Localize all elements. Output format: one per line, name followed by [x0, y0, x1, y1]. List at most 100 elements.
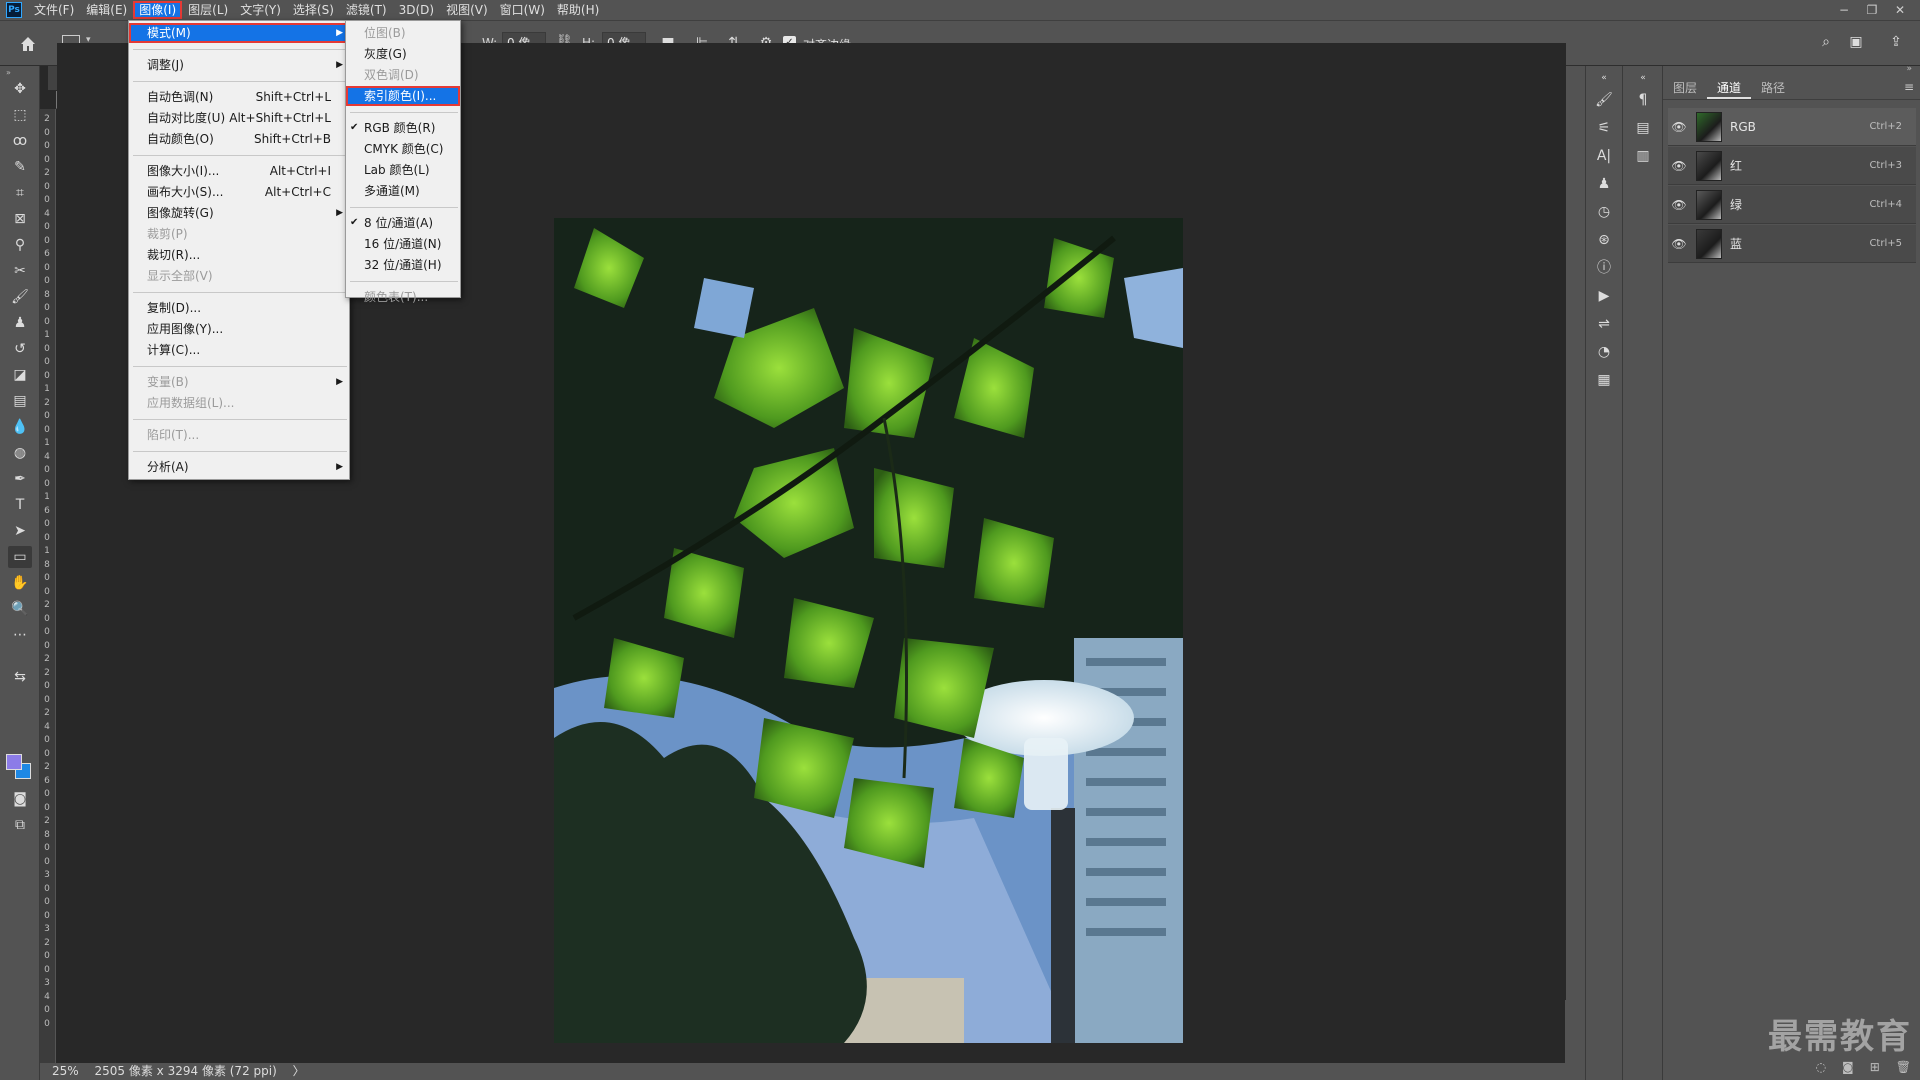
panel-tab-0[interactable]: 图层 — [1663, 76, 1707, 99]
clone-stamp-tool-icon[interactable]: ♟ — [8, 312, 32, 334]
brush-settings-icon[interactable]: 🖌 — [1594, 90, 1614, 110]
search-icon[interactable]: ⌕ — [1816, 34, 1836, 54]
menu-4[interactable]: 文字(Y) — [234, 1, 287, 19]
channel-row[interactable]: 👁 红 Ctrl+3 — [1668, 147, 1916, 185]
minimize-button[interactable]: − — [1830, 0, 1858, 20]
history-icon[interactable]: ◷ — [1594, 202, 1614, 222]
eraser-tool-icon[interactable]: ◪ — [8, 364, 32, 386]
mode-menu-item-3[interactable]: 索引颜色(I)... — [346, 86, 460, 106]
quick-selection-tool-icon[interactable]: ✎ — [8, 156, 32, 178]
home-icon[interactable] — [18, 34, 38, 54]
pen-tool-icon[interactable]: ✒ — [8, 468, 32, 490]
collapse-panels-2-icon[interactable]: « — [1633, 68, 1653, 88]
save-selection-icon[interactable]: ◙ — [1842, 1060, 1854, 1074]
mode-menu-item-10[interactable]: 32 位/通道(H) — [346, 255, 460, 275]
mode-menu-item-7[interactable]: 多通道(M) — [346, 181, 460, 201]
3d-icon[interactable]: ◔ — [1594, 342, 1614, 362]
panel-tab-2[interactable]: 路径 — [1751, 76, 1795, 99]
mode-menu-item-1[interactable]: 灰度(G) — [346, 44, 460, 64]
notes-icon[interactable]: ▥ — [1633, 146, 1653, 166]
actions-icon[interactable]: ▶ — [1594, 286, 1614, 306]
status-arrow-icon[interactable]: 〉 — [293, 1064, 305, 1078]
table-icon[interactable]: ▦ — [1594, 370, 1614, 390]
character-icon[interactable]: A| — [1594, 146, 1614, 166]
foreground-color-swatch[interactable] — [6, 754, 22, 770]
crop-tool-icon[interactable]: ⌗ — [8, 182, 32, 204]
adjustments-icon[interactable]: ⚟ — [1594, 118, 1614, 138]
eye-icon[interactable]: 👁 — [1668, 120, 1690, 134]
mode-menu-item-5[interactable]: CMYK 颜色(C) — [346, 139, 460, 159]
clone-source-icon[interactable]: ♟ — [1594, 174, 1614, 194]
channel-row[interactable]: 👁 RGB Ctrl+2 — [1668, 108, 1916, 146]
zoom-tool-icon[interactable]: 🔍 — [8, 598, 32, 620]
image-menu-item-12[interactable]: 应用图像(Y)... — [129, 319, 349, 339]
more-tools-icon[interactable]: ⋯ — [8, 624, 32, 646]
path-selection-tool-icon[interactable]: ➤ — [8, 520, 32, 542]
menu-9[interactable]: 窗口(W) — [494, 1, 551, 19]
info-icon[interactable]: ⓘ — [1594, 258, 1614, 278]
image-menu-item-5[interactable]: 图像大小(I)... Alt+Ctrl+I — [129, 161, 349, 181]
menu-0[interactable]: 文件(F) — [28, 1, 80, 19]
menu-1[interactable]: 编辑(E) — [80, 1, 133, 19]
image-menu-item-17[interactable]: 分析(A) ▶ — [129, 457, 349, 477]
image-menu-item-6[interactable]: 画布大小(S)... Alt+Ctrl+C — [129, 182, 349, 202]
type-tool-icon[interactable]: T — [8, 494, 32, 516]
image-menu-item-2[interactable]: 自动色调(N) Shift+Ctrl+L — [129, 87, 349, 107]
move-tool-icon[interactable]: ✥ — [8, 78, 32, 100]
lasso-tool-icon[interactable]: ꝏ — [8, 130, 32, 152]
close-button[interactable]: ✕ — [1886, 0, 1914, 20]
image-menu-item-7[interactable]: 图像旋转(G) ▶ — [129, 203, 349, 223]
eyedropper-tool-icon[interactable]: ⚲ — [8, 234, 32, 256]
panel-tab-1[interactable]: 通道 — [1707, 76, 1752, 99]
panel-menu-icon[interactable]: ≡ — [1904, 80, 1914, 94]
image-menu-item-13[interactable]: 计算(C)... — [129, 340, 349, 360]
document-image[interactable] — [554, 218, 1183, 1043]
swap-colors-icon[interactable]: ⇆ — [8, 666, 32, 688]
hand-tool-icon[interactable]: ✋ — [8, 572, 32, 594]
mode-menu-item-4[interactable]: ✔ RGB 颜色(R) — [346, 118, 460, 138]
menu-2[interactable]: 图像(I) — [133, 1, 183, 19]
menu-10[interactable]: 帮助(H) — [551, 1, 605, 19]
load-selection-icon[interactable]: ◌ — [1816, 1060, 1826, 1074]
image-menu-item-4[interactable]: 自动颜色(O) Shift+Ctrl+B — [129, 129, 349, 149]
new-channel-icon[interactable]: ⊞ — [1870, 1060, 1880, 1074]
trash-icon[interactable]: 🗑 — [1896, 1060, 1911, 1074]
collapse-panels-icon[interactable]: « — [1594, 68, 1614, 88]
brush-tool-icon[interactable]: 🖌 — [8, 286, 32, 308]
blur-tool-icon[interactable]: 💧 — [8, 416, 32, 438]
mode-menu-item-6[interactable]: Lab 颜色(L) — [346, 160, 460, 180]
screen-mode-icon[interactable]: ⧉ — [8, 814, 32, 836]
eye-icon[interactable]: 👁 — [1668, 159, 1690, 173]
gradient-tool-icon[interactable]: ▤ — [8, 390, 32, 412]
rectangle-tool-icon[interactable]: ▭ — [8, 546, 32, 568]
dodge-tool-icon[interactable]: ◍ — [8, 442, 32, 464]
menu-3[interactable]: 图层(L) — [182, 1, 234, 19]
collapse-panel-icon[interactable]: » — [1906, 64, 1912, 74]
paragraph-icon[interactable]: ¶ — [1633, 90, 1653, 110]
menu-8[interactable]: 视图(V) — [440, 1, 494, 19]
workspace-icon[interactable]: ▣ — [1846, 34, 1866, 54]
navigator-icon[interactable]: ⇌ — [1594, 314, 1614, 334]
history-brush-tool-icon[interactable]: ↺ — [8, 338, 32, 360]
marquee-tool-icon[interactable]: ⬚ — [8, 104, 32, 126]
menu-7[interactable]: 3D(D) — [393, 1, 440, 19]
menu-5[interactable]: 选择(S) — [287, 1, 340, 19]
channel-row[interactable]: 👁 蓝 Ctrl+5 — [1668, 225, 1916, 263]
channel-row[interactable]: 👁 绿 Ctrl+4 — [1668, 186, 1916, 224]
menu-6[interactable]: 滤镜(T) — [340, 1, 393, 19]
restore-button[interactable]: ❐ — [1858, 0, 1886, 20]
eye-icon[interactable]: 👁 — [1668, 237, 1690, 251]
healing-brush-tool-icon[interactable]: ✂ — [8, 260, 32, 282]
libraries-icon[interactable]: ⊛ — [1594, 230, 1614, 250]
image-menu-item-1[interactable]: 调整(J) ▶ — [129, 55, 349, 75]
image-menu-item-9[interactable]: 裁切(R)... — [129, 245, 349, 265]
share-icon[interactable]: ⇪ — [1886, 34, 1906, 54]
image-menu-item-11[interactable]: 复制(D)... — [129, 298, 349, 318]
frame-tool-icon[interactable]: ⊠ — [8, 208, 32, 230]
quick-mask-icon[interactable]: ◙ — [8, 788, 32, 810]
properties-icon[interactable]: ▤ — [1633, 118, 1653, 138]
zoom-level[interactable]: 25% — [52, 1064, 79, 1078]
mode-menu-item-8[interactable]: ✔ 8 位/通道(A) — [346, 213, 460, 233]
collapse-toolbar-icon[interactable]: » — [6, 68, 11, 77]
image-menu-item-0[interactable]: 模式(M) ▶ — [129, 23, 349, 43]
